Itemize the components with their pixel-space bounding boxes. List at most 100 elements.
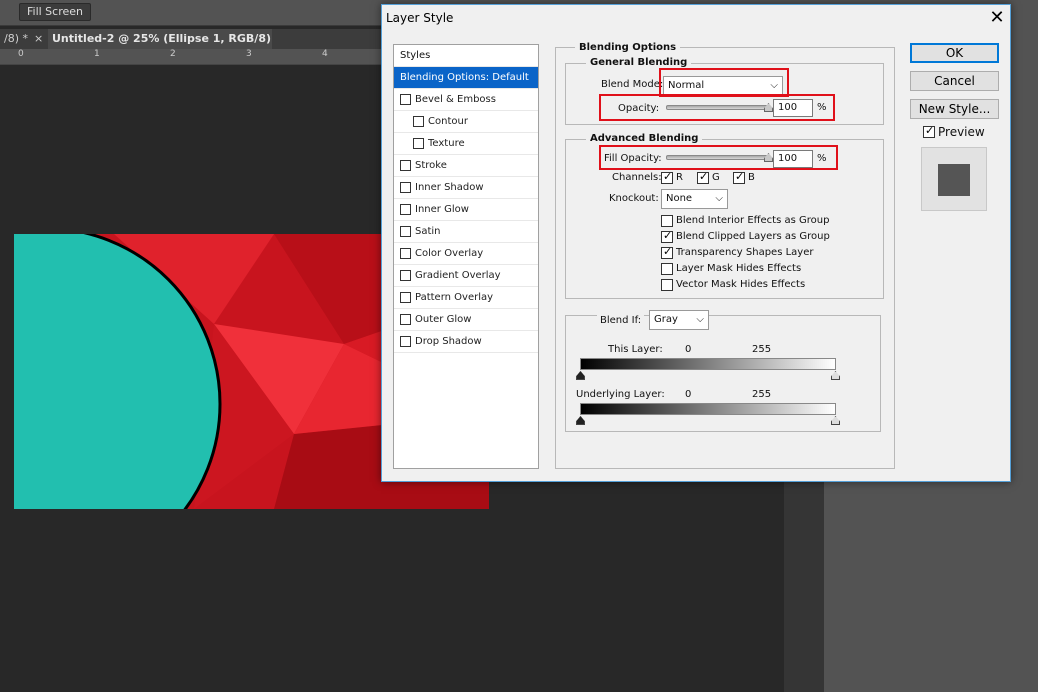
close-icon[interactable]: × xyxy=(34,32,43,45)
style-item-bevel-emboss[interactable]: Bevel & Emboss xyxy=(394,89,538,111)
style-item-label: Color Overlay xyxy=(415,248,484,259)
this-layer-gradient xyxy=(580,358,836,370)
underlying-layer-max: 255 xyxy=(752,389,772,400)
styles-list: Styles Blending Options: Default Bevel &… xyxy=(393,44,539,469)
style-item-inner-glow[interactable]: Inner Glow xyxy=(394,199,538,221)
checkbox[interactable] xyxy=(400,182,411,193)
checkbox[interactable] xyxy=(400,292,411,303)
option-label: Blend Interior Effects as Group xyxy=(676,215,830,226)
preview-swatch xyxy=(938,164,970,196)
chevron-down-icon: ⌵ xyxy=(715,193,723,204)
style-item-blending-options[interactable]: Blending Options: Default xyxy=(394,67,538,89)
option-checkbox[interactable] xyxy=(661,229,673,243)
style-item-outer-glow[interactable]: Outer Glow xyxy=(394,309,538,331)
style-item-color-overlay[interactable]: Color Overlay xyxy=(394,243,538,265)
style-item-label: Stroke xyxy=(415,160,447,171)
style-item-stroke[interactable]: Stroke xyxy=(394,155,538,177)
ruler-label: 4 xyxy=(322,49,328,59)
knockout-label: Knockout: xyxy=(609,193,659,204)
this-layer-label: This Layer: xyxy=(608,344,663,355)
channel-b-label: B xyxy=(748,172,755,183)
knockout-select[interactable]: None ⌵ xyxy=(661,189,728,209)
highlight-blend-mode xyxy=(659,68,789,97)
checkbox[interactable] xyxy=(400,226,411,237)
document-tab[interactable]: /8) * × xyxy=(0,29,46,49)
preview-label: Preview xyxy=(938,125,985,139)
advanced-blending-title: Advanced Blending xyxy=(586,133,703,144)
new-style-button[interactable]: New Style... xyxy=(910,99,999,119)
this-layer-black-slider[interactable] xyxy=(576,371,585,380)
tab-label: /8) * xyxy=(4,32,28,45)
this-layer-max: 255 xyxy=(752,344,772,355)
ruler-label: 3 xyxy=(246,49,252,59)
style-item-label: Bevel & Emboss xyxy=(415,94,496,105)
preview-thumbnail xyxy=(921,147,987,211)
checkbox[interactable] xyxy=(400,270,411,281)
option-label: Layer Mask Hides Effects xyxy=(676,263,802,274)
ruler-label: 0 xyxy=(18,49,24,59)
checkbox[interactable] xyxy=(400,248,411,259)
ok-button[interactable]: OK xyxy=(910,43,999,63)
chevron-down-icon: ⌵ xyxy=(696,314,704,325)
checkbox[interactable] xyxy=(413,116,424,127)
option-checkbox[interactable] xyxy=(661,245,673,259)
style-item-label: Texture xyxy=(428,138,465,149)
checkbox[interactable] xyxy=(400,94,411,105)
checkbox[interactable] xyxy=(400,336,411,347)
close-icon[interactable]: ✕ xyxy=(986,7,1008,29)
style-item-label: Pattern Overlay xyxy=(415,292,494,303)
styles-header[interactable]: Styles xyxy=(394,45,538,67)
channel-r-checkbox[interactable] xyxy=(661,170,673,184)
checkbox[interactable] xyxy=(413,138,424,149)
underlying-layer-min: 0 xyxy=(685,389,692,400)
this-layer-min: 0 xyxy=(685,344,692,355)
option-label: Vector Mask Hides Effects xyxy=(676,279,806,290)
highlight-opacity xyxy=(599,94,835,121)
channels-label: Channels: xyxy=(612,172,662,183)
option-checkbox[interactable] xyxy=(661,215,673,227)
style-item-label: Gradient Overlay xyxy=(415,270,501,281)
style-item-drop-shadow[interactable]: Drop Shadow xyxy=(394,331,538,353)
style-item-label: Outer Glow xyxy=(415,314,472,325)
preview-checkbox[interactable] xyxy=(923,124,935,138)
fill-screen-button[interactable]: Fill Screen xyxy=(19,3,91,21)
style-item-contour[interactable]: Contour xyxy=(394,111,538,133)
checkbox[interactable] xyxy=(400,160,411,171)
option-checkbox[interactable] xyxy=(661,279,673,291)
underlying-layer-white-slider[interactable] xyxy=(831,416,840,425)
channel-b-checkbox[interactable] xyxy=(733,170,745,184)
knockout-value: None xyxy=(666,193,693,204)
ruler-label: 2 xyxy=(170,49,176,59)
style-item-pattern-overlay[interactable]: Pattern Overlay xyxy=(394,287,538,309)
option-checkbox[interactable] xyxy=(661,263,673,275)
blend-if-value: Gray xyxy=(654,314,678,325)
style-item-label: Contour xyxy=(428,116,468,127)
blend-if-select[interactable]: Gray ⌵ xyxy=(649,310,709,330)
layer-style-dialog: Layer Style ✕ Styles Blending Options: D… xyxy=(381,4,1011,482)
channel-r-label: R xyxy=(676,172,683,183)
underlying-layer-black-slider[interactable] xyxy=(576,416,585,425)
highlight-fill-opacity xyxy=(599,145,838,170)
blend-if-label: Blend If: xyxy=(597,315,645,326)
channel-g-label: G xyxy=(712,172,720,183)
checkbox[interactable] xyxy=(400,204,411,215)
blend-if-group: Blend If: Gray ⌵ This Layer: 0 255 Underl… xyxy=(565,310,881,432)
ruler-label: 1 xyxy=(94,49,100,59)
style-item-texture[interactable]: Texture xyxy=(394,133,538,155)
option-label: Blend Clipped Layers as Group xyxy=(676,231,830,242)
document-tab-active[interactable]: Untitled-2 @ 25% (Ellipse 1, RGB/8) *× xyxy=(48,29,272,65)
style-item-gradient-overlay[interactable]: Gradient Overlay xyxy=(394,265,538,287)
style-item-label: Inner Shadow xyxy=(415,182,484,193)
checkbox[interactable] xyxy=(400,314,411,325)
style-item-label: Satin xyxy=(415,226,441,237)
this-layer-white-slider[interactable] xyxy=(831,371,840,380)
style-item-inner-shadow[interactable]: Inner Shadow xyxy=(394,177,538,199)
dialog-title: Layer Style xyxy=(386,11,454,25)
channel-g-checkbox[interactable] xyxy=(697,170,709,184)
underlying-layer-gradient xyxy=(580,403,836,415)
cancel-button[interactable]: Cancel xyxy=(910,71,999,91)
underlying-layer-label: Underlying Layer: xyxy=(576,389,665,400)
blending-options-title: Blending Options xyxy=(575,42,681,53)
general-blending-title: General Blending xyxy=(586,57,692,68)
style-item-satin[interactable]: Satin xyxy=(394,221,538,243)
